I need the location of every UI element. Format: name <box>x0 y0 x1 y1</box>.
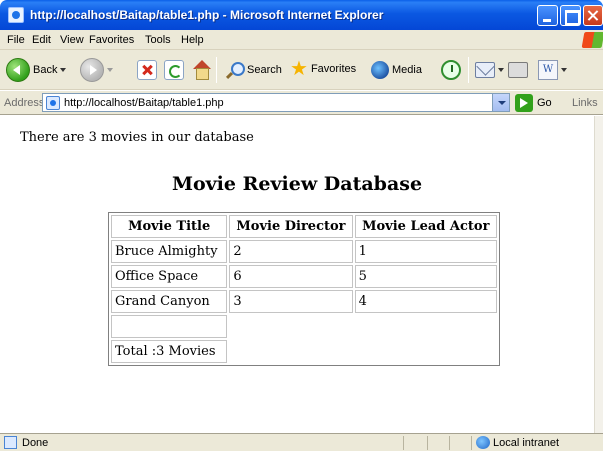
menu-file[interactable]: File <box>7 34 25 46</box>
total-cell: Total :3 Movies <box>111 340 228 363</box>
home-button[interactable] <box>191 60 211 80</box>
refresh-button[interactable] <box>164 60 184 80</box>
toolbar: Back Search ★ Favorites Media W <box>0 50 603 90</box>
address-input[interactable]: http://localhost/Baitap/table1.php <box>42 93 510 112</box>
address-dropdown-button[interactable] <box>492 94 509 111</box>
local-intranet-icon <box>476 436 490 449</box>
go-label: Go <box>537 97 552 109</box>
menu-favorites[interactable]: Favorites <box>89 34 134 46</box>
table-empty-row <box>111 315 497 338</box>
cell-actor: 4 <box>354 290 497 313</box>
go-arrow-icon <box>515 94 533 112</box>
cell-actor: 5 <box>354 265 497 288</box>
back-dropdown-icon[interactable] <box>60 68 67 72</box>
history-icon <box>441 60 461 80</box>
ie-page-icon <box>8 7 24 23</box>
word-icon: W <box>538 60 558 80</box>
search-icon <box>226 61 245 79</box>
cell-director: 3 <box>229 290 353 313</box>
address-label: Address <box>4 97 45 109</box>
links-button[interactable]: Links <box>572 97 598 109</box>
status-bar: Done Local intranet <box>0 433 603 451</box>
cell-director: 6 <box>229 265 353 288</box>
home-icon <box>191 60 211 80</box>
back-label: Back <box>33 64 58 76</box>
star-icon: ★ <box>290 58 308 80</box>
stop-button[interactable] <box>137 60 157 80</box>
status-pane-divider <box>471 436 472 450</box>
menu-view[interactable]: View <box>60 34 84 46</box>
media-label: Media <box>392 64 422 76</box>
refresh-icon <box>164 60 184 80</box>
forward-dropdown-icon[interactable] <box>107 68 113 72</box>
header-movie-director: Movie Director <box>229 215 353 238</box>
status-pane-divider <box>449 436 450 450</box>
cell-title: Bruce Almighty <box>111 240 228 263</box>
blank-cell <box>229 340 352 363</box>
vertical-scrollbar[interactable] <box>594 116 603 433</box>
cell-title: Office Space <box>111 265 228 288</box>
toolbar-separator <box>216 57 217 83</box>
address-url[interactable]: http://localhost/Baitap/table1.php <box>64 97 224 109</box>
table-row: Bruce Almighty 2 1 <box>111 240 497 263</box>
cell-actor: 1 <box>354 240 497 263</box>
cell-director: 2 <box>229 240 353 263</box>
title-bar: http://localhost/Baitap/table1.php - Mic… <box>0 0 603 30</box>
go-button[interactable]: Go <box>515 94 552 112</box>
favorites-label: Favorites <box>310 63 357 75</box>
table-total-row: Total :3 Movies <box>111 340 497 363</box>
cell-title: Grand Canyon <box>111 290 228 313</box>
windows-logo-icon <box>581 32 603 48</box>
table-row: Office Space 6 5 <box>111 265 497 288</box>
header-movie-lead-actor: Movie Lead Actor <box>354 215 497 238</box>
menu-tools[interactable]: Tools <box>145 34 171 46</box>
search-button[interactable]: Search <box>226 61 282 79</box>
blank-cell <box>355 315 497 338</box>
forward-button[interactable] <box>80 58 113 82</box>
menu-edit[interactable]: Edit <box>32 34 51 46</box>
address-bar: Address http://localhost/Baitap/table1.p… <box>0 91 603 115</box>
ie-page-icon <box>46 96 60 110</box>
movie-count-text: There are 3 movies in our database <box>20 130 254 145</box>
status-pane-divider <box>403 436 404 450</box>
window-title: http://localhost/Baitap/table1.php - Mic… <box>30 8 384 22</box>
forward-arrow-icon <box>80 58 104 82</box>
back-button[interactable]: Back <box>6 58 67 82</box>
zone-text: Local intranet <box>493 437 560 449</box>
stop-icon <box>137 60 157 80</box>
movies-table: Movie Title Movie Director Movie Lead Ac… <box>108 212 500 366</box>
menu-help[interactable]: Help <box>181 34 204 46</box>
table-header-row: Movie Title Movie Director Movie Lead Ac… <box>111 215 497 238</box>
history-button[interactable] <box>441 60 461 80</box>
mail-button[interactable] <box>475 62 504 78</box>
media-button[interactable]: Media <box>371 61 422 79</box>
blank-cell <box>355 340 497 363</box>
edit-dropdown-icon[interactable] <box>561 68 567 72</box>
edit-word-button[interactable]: W <box>538 60 567 80</box>
minimize-button[interactable] <box>537 5 558 26</box>
favorites-button[interactable]: ★ Favorites <box>290 59 356 79</box>
header-movie-title: Movie Title <box>111 215 228 238</box>
blank-cell <box>229 315 352 338</box>
page-title: Movie Review Database <box>171 173 423 195</box>
ie-page-icon <box>4 436 17 449</box>
close-button[interactable] <box>583 5 603 26</box>
menu-bar: File Edit View Favorites Tools Help <box>0 30 603 50</box>
print-button[interactable] <box>508 62 528 78</box>
table-row: Grand Canyon 3 4 <box>111 290 497 313</box>
status-text: Done <box>22 437 49 449</box>
maximize-button[interactable] <box>560 5 581 26</box>
status-pane-divider <box>427 436 428 450</box>
mail-dropdown-icon[interactable] <box>498 68 504 72</box>
search-label: Search <box>247 64 282 76</box>
page-content: There are 3 movies in our database Movie… <box>0 116 594 433</box>
media-icon <box>371 61 389 79</box>
toolbar-separator <box>468 57 469 83</box>
mail-icon <box>475 62 495 78</box>
printer-icon <box>508 62 528 78</box>
back-arrow-icon <box>6 58 30 82</box>
empty-cell <box>111 315 228 338</box>
